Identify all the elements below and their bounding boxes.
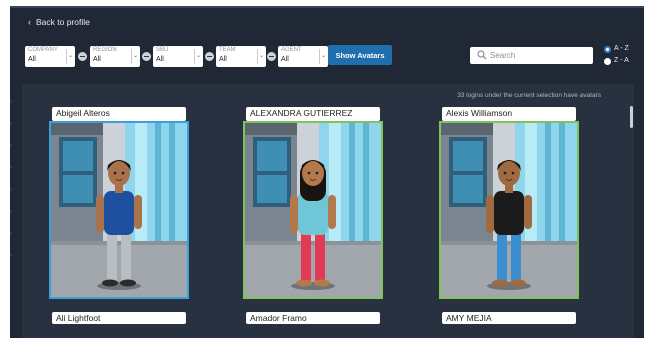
chevron-down-icon: ⌄ [67,53,73,59]
show-avatars-button[interactable]: Show Avatars [328,45,392,65]
avatar-name-plate: Ali Lightfoot [52,312,186,324]
search-icon [477,50,487,60]
sort-a-z-radio[interactable]: A - Z [604,45,644,55]
avatar-gallery[interactable]: 33 logins under the current selection ha… [22,84,634,338]
back-label: Back to profile [36,17,90,27]
avatar-name: Ali Lightfoot [56,313,101,323]
chevron-left-icon: ‹ [28,17,31,27]
avatar-image[interactable] [439,121,579,299]
radio-unselected-icon [604,58,611,65]
agent-filter-value: All [281,56,289,63]
sort-z-a-radio[interactable]: Z - A [604,57,644,67]
avatar-name-plate: Abigeil Alteros [52,107,186,121]
chevron-right-icon: › [10,209,12,215]
chevron-right-icon: › [10,231,12,237]
sbu-filter-value: All [156,56,164,63]
avatar-image[interactable] [243,121,383,299]
sbu-filter[interactable]: SBU All ⌄ [153,46,203,67]
avatar-name-plate: Alexis Williamson [442,107,576,121]
back-to-profile-link[interactable]: ‹ Back to profile [28,17,90,27]
avatar-name: Alexis Williamson [446,108,513,118]
chevron-right-icon: › [10,121,12,127]
chevron-down-icon: ⌄ [258,53,264,59]
avatar-name: Amador Framo [250,313,307,323]
filter-separator [319,49,320,64]
avatar-name-plate: ALEXANDRA GUTIERREZ [246,107,380,121]
company-filter[interactable]: COMPANY All ⌄ [25,46,75,67]
team-filter[interactable]: TEAM All ⌄ [216,46,266,67]
sort-z-a-label: Z - A [614,57,629,64]
avatar-illustration [441,123,577,297]
avatar-name-plate: AMY MEJIA [442,312,576,324]
sort-a-z-label: A - Z [614,45,629,52]
avatar-illustration [245,123,381,297]
avatar-gallery-window: ‹ Back to profile COMPANY All ⌄ REGION Al… [10,6,644,338]
filter-separator [194,49,195,64]
region-filter-label: REGION [93,47,117,53]
radio-selected-icon [604,46,611,53]
remove-filter-icon[interactable] [78,52,87,61]
company-filter-value: All [28,56,36,63]
chevron-down-icon: ⌄ [320,53,326,59]
chevron-right-icon: › [10,187,12,193]
chevron-right-icon: › [10,165,12,171]
chevron-right-icon: › [10,99,12,105]
avatar-name: Abigeil Alteros [56,108,110,118]
avatar-illustration [51,123,187,297]
sbu-filter-label: SBU [156,47,169,53]
search-input[interactable] [490,49,588,62]
chevron-right-icon: › [10,143,12,149]
search-box[interactable] [470,47,593,64]
filter-separator [131,49,132,64]
agent-filter[interactable]: AGENT All ⌄ [278,46,328,67]
region-filter[interactable]: REGION All ⌄ [90,46,140,67]
region-filter-value: All [93,56,101,63]
avatar-name: AMY MEJIA [446,313,492,323]
avatar-count-text: 33 logins under the current selection ha… [457,92,601,99]
team-filter-value: All [219,56,227,63]
avatar-name-plate: Amador Framo [246,312,380,324]
remove-filter-icon[interactable] [205,52,214,61]
chevron-down-icon: ⌄ [132,53,138,59]
scrollbar-thumb[interactable] [630,106,633,128]
edge-chevrons: › › › › › › › › [10,91,16,267]
team-filter-label: TEAM [219,47,236,53]
remove-filter-icon[interactable] [267,52,276,61]
avatar-name: ALEXANDRA GUTIERREZ [250,108,353,118]
filter-separator [66,49,67,64]
company-filter-label: COMPANY [28,47,58,53]
remove-filter-icon[interactable] [142,52,151,61]
filter-separator [257,49,258,64]
chevron-right-icon: › [10,253,12,259]
top-divider [10,6,644,8]
avatar-image[interactable] [49,121,189,299]
agent-filter-label: AGENT [281,47,302,53]
chevron-down-icon: ⌄ [195,53,201,59]
